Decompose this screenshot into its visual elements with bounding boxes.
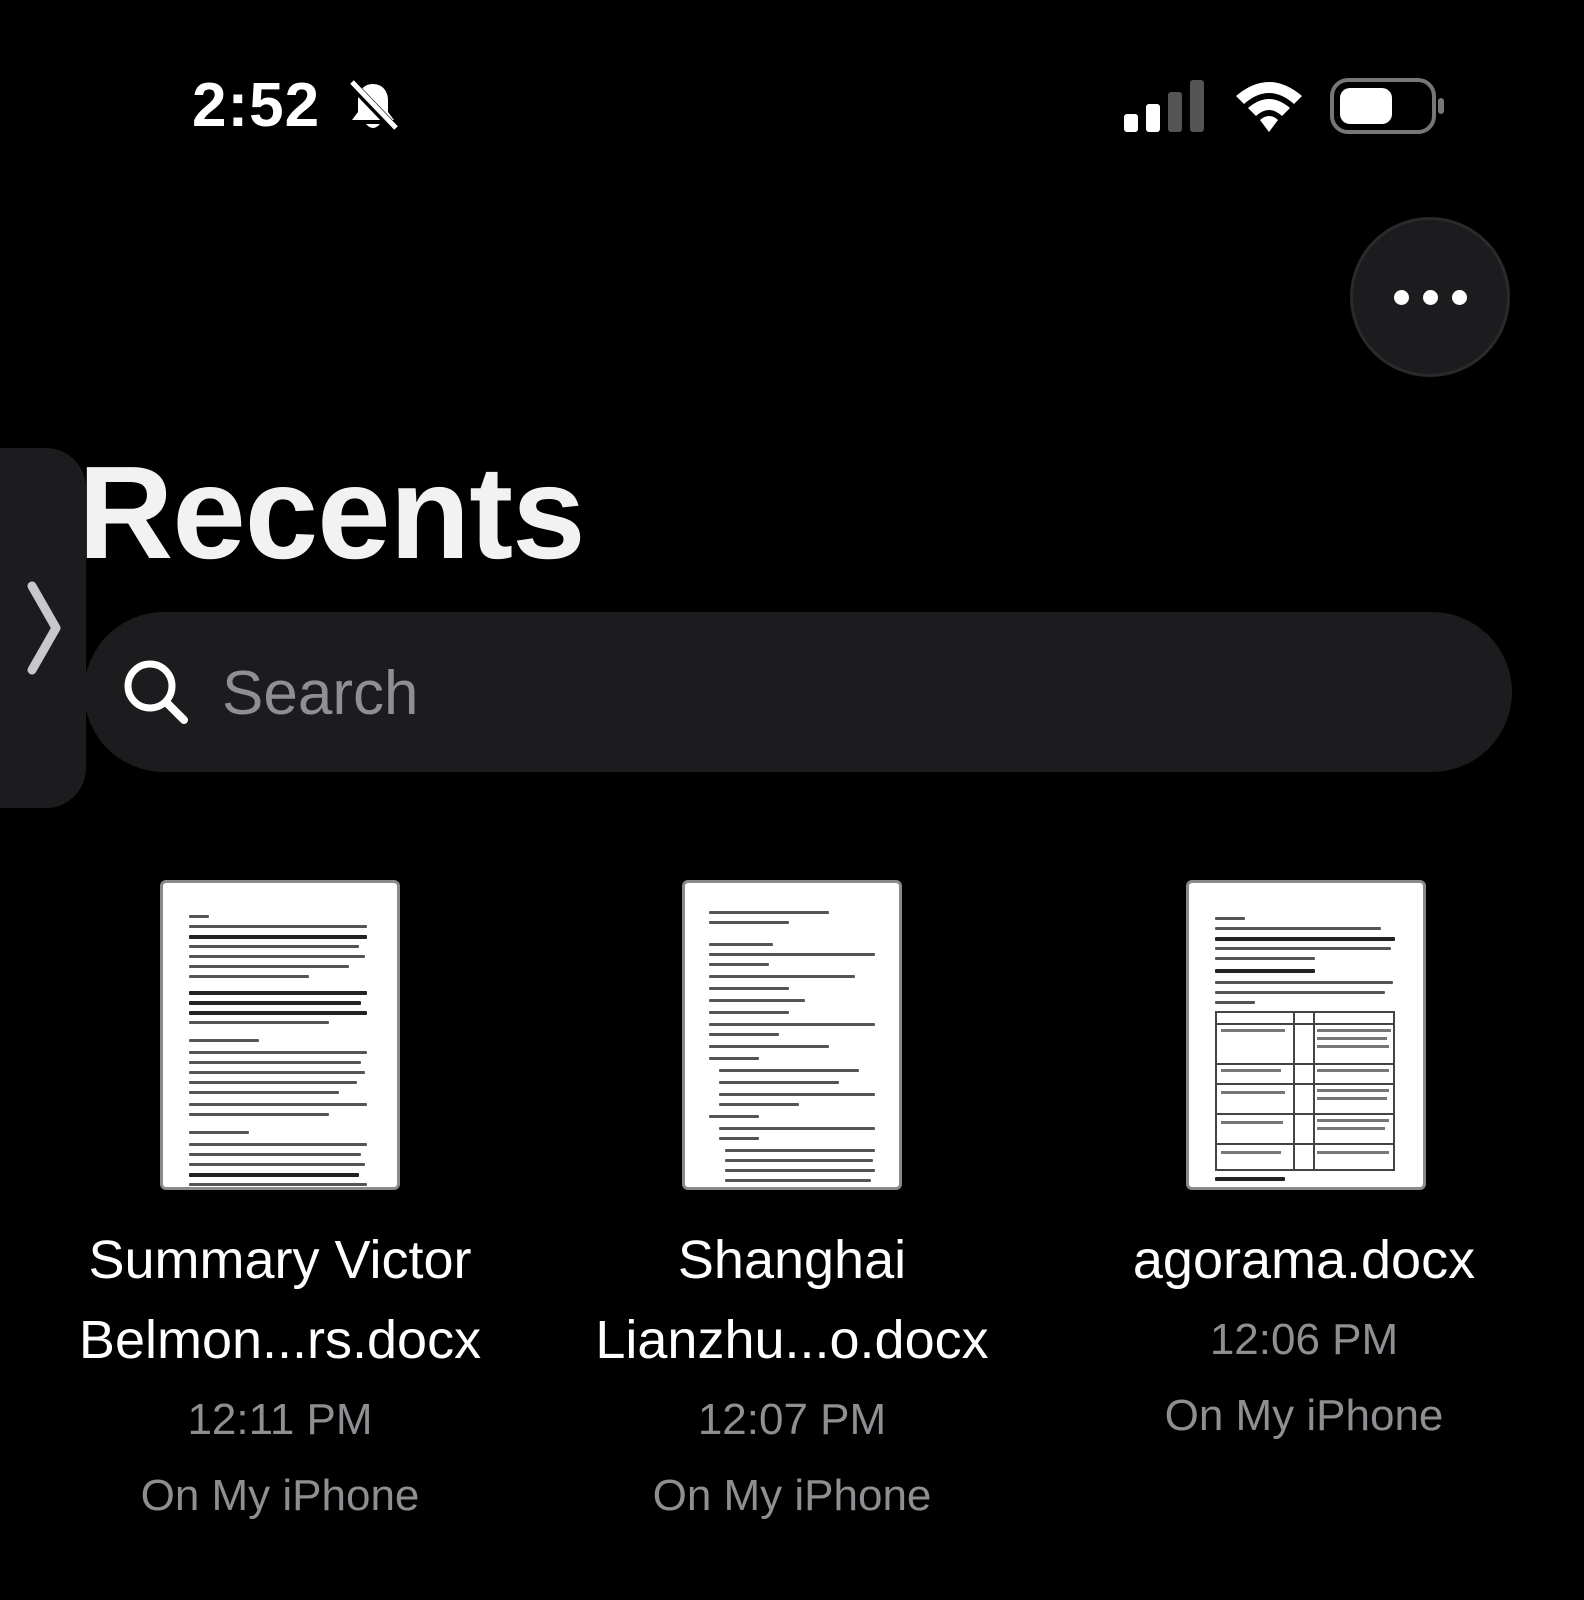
search-input[interactable] — [220, 612, 1444, 774]
status-time: 2:52 — [192, 71, 321, 140]
file-name[interactable]: Shanghai Lianzhu...o.docx — [542, 1220, 1042, 1380]
search-bar[interactable] — [84, 612, 1512, 774]
file-location: On My iPhone — [1164, 1391, 1444, 1440]
file-name[interactable]: Summary Victor Belmon...rs.docx — [30, 1220, 530, 1380]
chevron-right-icon[interactable] — [24, 578, 64, 678]
ellipsis-icon — [1393, 289, 1467, 305]
bell-slash-icon — [346, 78, 400, 134]
battery-icon — [1330, 78, 1444, 134]
file-name-line1: agorama.docx — [1132, 1230, 1476, 1290]
thumbnail-table — [1215, 1011, 1395, 1171]
page-title: Recents — [78, 439, 586, 586]
file-name-line2: Lianzhu...o.docx — [595, 1310, 989, 1370]
file-location: On My iPhone — [140, 1471, 420, 1520]
document-thumbnail[interactable] — [682, 880, 902, 1190]
file-name-line1: Summary Victor — [88, 1230, 472, 1290]
file-time: 12:11 PM — [187, 1395, 373, 1444]
file-name-line1: Shanghai — [677, 1230, 907, 1290]
document-thumbnail[interactable] — [1186, 880, 1426, 1190]
file-location: On My iPhone — [652, 1471, 932, 1520]
file-name[interactable]: agorama.docx — [1054, 1220, 1554, 1300]
document-thumbnail[interactable] — [160, 880, 400, 1190]
file-time: 12:06 PM — [1209, 1315, 1399, 1364]
wifi-icon — [1236, 82, 1302, 132]
cellular-signal-icon — [1124, 80, 1204, 132]
search-icon — [124, 660, 188, 724]
file-time: 12:07 PM — [697, 1395, 887, 1444]
more-options-button[interactable] — [1350, 217, 1510, 377]
file-name-line2: Belmon...rs.docx — [78, 1310, 482, 1370]
